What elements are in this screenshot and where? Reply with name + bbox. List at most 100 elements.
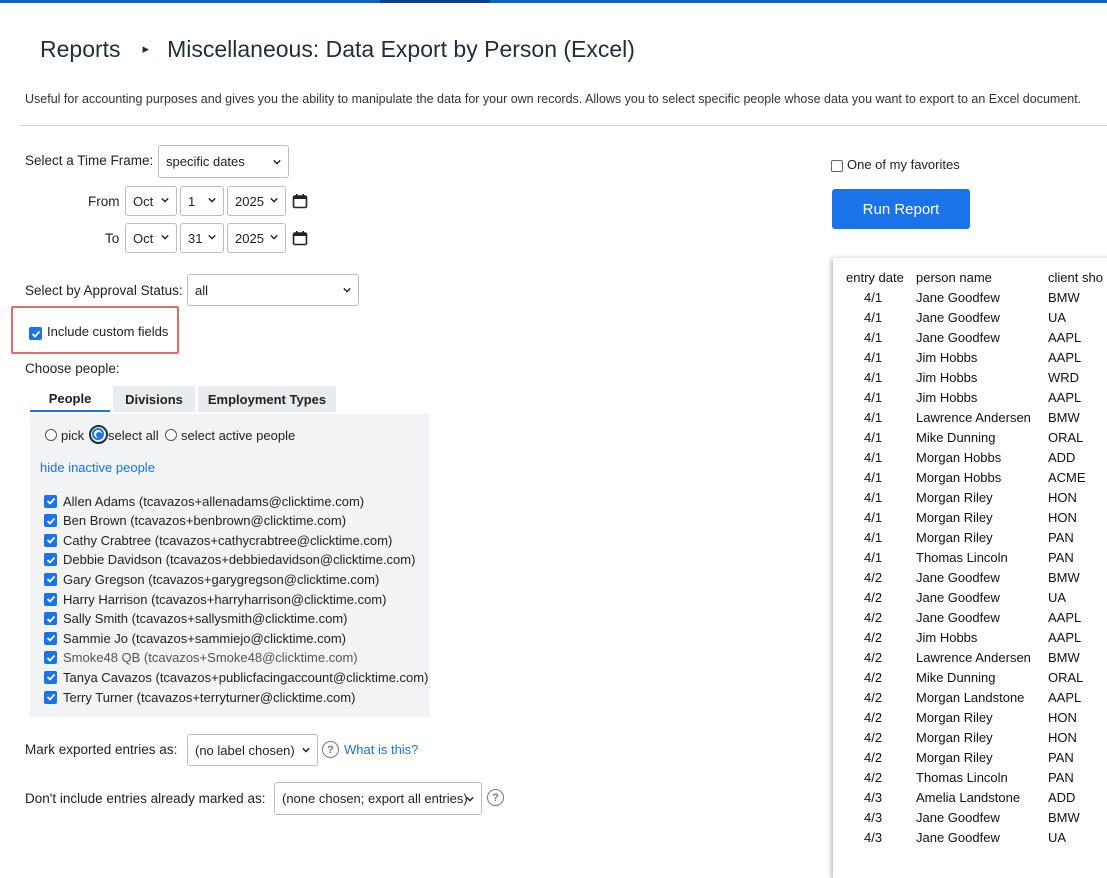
chevron-down-icon	[302, 747, 310, 753]
preview-cell-person: Morgan Hobbs	[916, 470, 1002, 485]
breadcrumb-reports-link[interactable]: Reports	[40, 36, 121, 63]
page-title: Miscellaneous: Data Export by Person (Ex…	[167, 35, 635, 62]
from-label: From	[88, 194, 120, 209]
preview-cell-date: 4/1	[864, 470, 883, 485]
preview-cell-date: 4/1	[864, 370, 883, 385]
person-checkbox[interactable]	[44, 553, 57, 567]
person-row[interactable]: Terry Turner (tcavazos+terryturner@click…	[44, 688, 355, 706]
preview-cell-date: 4/1	[864, 410, 883, 425]
checkmark-icon	[46, 576, 55, 584]
preview-cell-client: HON	[1048, 710, 1077, 725]
to-year-select[interactable]: 2025	[227, 223, 286, 253]
person-row[interactable]: Allen Adams (tcavazos+allenadams@clickti…	[44, 492, 364, 510]
preview-cell-date: 4/1	[864, 450, 883, 465]
preview-cell-date: 4/1	[864, 290, 883, 305]
select-all-radio[interactable]	[92, 428, 104, 440]
divider	[19, 125, 1107, 126]
preview-cell-client: UA	[1048, 590, 1067, 605]
preview-cell-client: ADD	[1048, 450, 1076, 465]
preview-cell-client: HON	[1048, 490, 1077, 505]
approval-status-select[interactable]: all	[187, 274, 359, 306]
preview-cell-person: Jane Goodfew	[916, 290, 1000, 305]
chevron-down-icon	[161, 197, 169, 203]
preview-cell-date: 4/2	[864, 730, 883, 745]
dont-include-select[interactable]: (none chosen; export all entries)	[274, 782, 482, 815]
from-day-select[interactable]: 1	[180, 186, 224, 216]
person-checkbox[interactable]	[44, 690, 57, 704]
checkmark-icon	[46, 595, 55, 603]
person-row[interactable]: Ben Brown (tcavazos+benbrown@clicktime.c…	[44, 512, 346, 530]
person-row[interactable]: Debbie Davidson (tcavazos+debbiedavidson…	[44, 551, 415, 569]
person-checkbox[interactable]	[44, 514, 57, 528]
person-row[interactable]: Smoke48 QB (tcavazos+Smoke48@clicktime.c…	[44, 649, 358, 667]
preview-cell-client: HON	[1048, 510, 1077, 525]
chevron-down-icon	[343, 287, 351, 293]
select-all-label: select all	[108, 428, 159, 443]
checkmark-icon	[46, 674, 55, 682]
time-frame-select[interactable]: specific dates	[158, 145, 289, 178]
tab-employment-types[interactable]: Employment Types	[198, 386, 336, 412]
to-day-select[interactable]: 31	[180, 223, 224, 253]
person-row[interactable]: Tanya Cavazos (tcavazos+publicfacingacco…	[44, 668, 428, 686]
chevron-down-icon	[208, 234, 216, 240]
person-row[interactable]: Sally Smith (tcavazos+sallysmith@clickti…	[44, 610, 347, 628]
hide-inactive-people-link[interactable]: hide inactive people	[40, 460, 155, 475]
preview-cell-client: PAN	[1048, 530, 1074, 545]
tab-divisions[interactable]: Divisions	[113, 386, 195, 412]
checkmark-icon	[46, 615, 55, 623]
favorite-checkbox[interactable]	[831, 160, 843, 172]
preview-cell-date: 4/2	[864, 590, 883, 605]
mark-exported-label: Mark exported entries as:	[25, 742, 178, 757]
person-row[interactable]: Sammie Jo (tcavazos+sammiejo@clicktime.c…	[44, 629, 346, 647]
person-checkbox[interactable]	[44, 631, 57, 645]
pick-label: pick	[61, 428, 85, 443]
from-year-select[interactable]: 2025	[227, 186, 286, 216]
select-active-radio[interactable]	[165, 429, 177, 441]
from-month-select[interactable]: Oct	[125, 186, 177, 216]
preview-cell-client: BMW	[1048, 290, 1080, 305]
calendar-icon[interactable]	[292, 193, 308, 209]
person-row[interactable]: Gary Gregson (tcavazos+garygregson@click…	[44, 570, 379, 588]
person-checkbox[interactable]	[44, 670, 57, 684]
person-checkbox[interactable]	[44, 612, 57, 626]
preview-cell-person: Jane Goodfew	[916, 310, 1000, 325]
what-is-this-link[interactable]: What is this?	[344, 742, 418, 757]
tab-people[interactable]: People	[30, 386, 110, 412]
from-month-value: Oct	[133, 193, 154, 209]
person-checkbox[interactable]	[44, 592, 57, 606]
person-checkbox[interactable]	[44, 533, 57, 547]
checkmark-icon	[46, 556, 55, 564]
person-checkbox[interactable]	[44, 651, 57, 665]
preview-cell-person: Morgan Riley	[916, 530, 993, 545]
to-month-select[interactable]: Oct	[125, 223, 177, 253]
preview-cell-person: Jane Goodfew	[916, 330, 1000, 345]
pick-radio[interactable]	[45, 429, 57, 441]
person-checkbox[interactable]	[44, 572, 57, 586]
preview-cell-client: UA	[1048, 830, 1067, 845]
preview-cell-client: BMW	[1048, 570, 1080, 585]
person-label: Gary Gregson (tcavazos+garygregson@click…	[63, 571, 380, 587]
preview-cell-person: Lawrence Andersen	[916, 650, 1031, 665]
person-label: Cathy Crabtree (tcavazos+cathycrabtree@c…	[63, 532, 393, 548]
person-row[interactable]: Harry Harrison (tcavazos+harryharrison@c…	[44, 590, 386, 608]
preview-cell-date: 4/2	[864, 710, 883, 725]
preview-cell-person: Morgan Riley	[916, 490, 993, 505]
preview-cell-person: Mike Dunning	[916, 430, 996, 445]
preview-cell-date: 4/1	[864, 550, 883, 565]
preview-header-entry-date: entry date	[846, 270, 904, 285]
help-icon[interactable]: ?	[322, 741, 339, 758]
run-report-button[interactable]: Run Report	[832, 189, 970, 229]
preview-cell-date: 4/2	[864, 690, 883, 705]
time-frame-value: specific dates	[166, 154, 245, 169]
preview-cell-person: Thomas Lincoln	[916, 770, 1008, 785]
person-row[interactable]: Cathy Crabtree (tcavazos+cathycrabtree@c…	[44, 531, 392, 549]
preview-cell-client: AAPL	[1048, 610, 1082, 625]
calendar-icon[interactable]	[292, 230, 308, 246]
person-checkbox[interactable]	[44, 494, 57, 508]
include-custom-fields-checkbox[interactable]	[29, 327, 42, 340]
person-label: Tanya Cavazos (tcavazos+publicfacingacco…	[63, 669, 429, 685]
preview-cell-person: Jim Hobbs	[916, 370, 978, 385]
to-month-value: Oct	[133, 230, 154, 246]
help-icon[interactable]: ?	[487, 789, 504, 806]
mark-exported-select[interactable]: (no label chosen)	[187, 734, 318, 766]
